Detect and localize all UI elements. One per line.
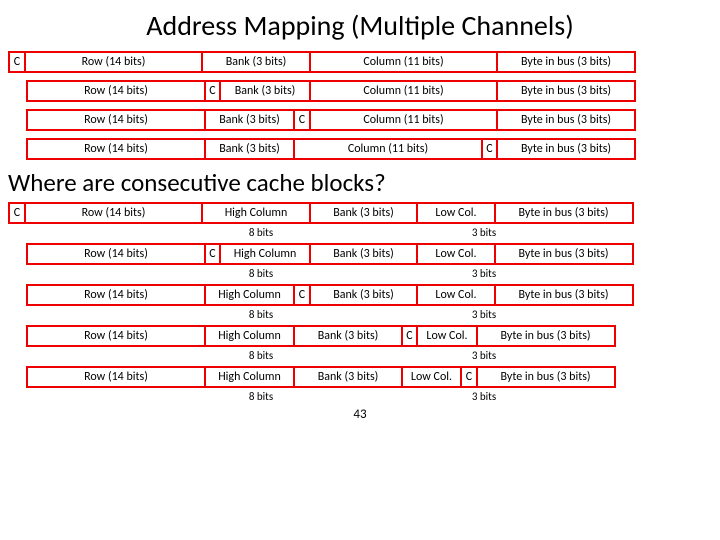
- row-cell: Row (14 bits): [26, 80, 206, 102]
- mapping-row: Row (14 bits) Bank (3 bits) C Column (11…: [8, 109, 712, 131]
- column-cell: Column (11 bits): [309, 51, 499, 73]
- mapping-row: Row (14 bits) High Column Bank (3 bits) …: [8, 325, 712, 347]
- bank-cell: Bank (3 bits): [309, 202, 419, 224]
- bank-cell: Bank (3 bits): [293, 366, 403, 388]
- high-column-cell: High Column: [204, 366, 296, 388]
- low-column-cell: Low Col.: [416, 325, 478, 347]
- low-column-cell: Low Col.: [401, 366, 463, 388]
- column-cell: Column (11 bits): [309, 80, 499, 102]
- row-cell: Row (14 bits): [24, 51, 204, 73]
- bit-annotation: 8 bits 3 bits: [8, 226, 712, 240]
- byte-cell: Byte in bus (3 bits): [496, 109, 636, 131]
- byte-cell: Byte in bus (3 bits): [476, 325, 616, 347]
- byte-cell: Byte in bus (3 bits): [494, 284, 634, 306]
- bits-8-label: 8 bits: [206, 267, 316, 281]
- byte-cell: Byte in bus (3 bits): [476, 366, 616, 388]
- high-column-cell: High Column: [219, 243, 311, 265]
- row-cell: Row (14 bits): [26, 109, 206, 131]
- bits-8-label: 8 bits: [206, 308, 316, 322]
- row-cell: Row (14 bits): [26, 284, 206, 306]
- low-column-cell: Low Col.: [416, 284, 496, 306]
- bank-cell: Bank (3 bits): [293, 325, 403, 347]
- byte-cell: Byte in bus (3 bits): [496, 51, 636, 73]
- column-cell: Column (11 bits): [309, 109, 499, 131]
- bit-annotation: 8 bits 3 bits: [8, 308, 712, 322]
- byte-cell: Byte in bus (3 bits): [494, 202, 634, 224]
- bank-cell: Bank (3 bits): [219, 80, 311, 102]
- row-cell: Row (14 bits): [24, 202, 204, 224]
- bit-annotation: 8 bits 3 bits: [8, 390, 712, 404]
- byte-cell: Byte in bus (3 bits): [496, 80, 636, 102]
- high-column-cell: High Column: [201, 202, 311, 224]
- bits-3-label: 3 bits: [444, 226, 524, 240]
- bit-annotation: 8 bits 3 bits: [8, 349, 712, 363]
- byte-cell: Byte in bus (3 bits): [496, 138, 636, 160]
- mapping-row: Row (14 bits) High Column C Bank (3 bits…: [8, 284, 712, 306]
- bits-3-label: 3 bits: [444, 349, 524, 363]
- mapping-row: Row (14 bits) Bank (3 bits) Column (11 b…: [8, 138, 712, 160]
- byte-cell: Byte in bus (3 bits): [494, 243, 634, 265]
- high-column-cell: High Column: [204, 284, 296, 306]
- row-cell: Row (14 bits): [26, 243, 206, 265]
- section-subtitle: Where are consecutive cache blocks?: [8, 167, 712, 198]
- mapping-row: C Row (14 bits) High Column Bank (3 bits…: [8, 202, 712, 224]
- bits-3-label: 3 bits: [444, 308, 524, 322]
- bank-cell: Bank (3 bits): [309, 284, 419, 306]
- bits-8-label: 8 bits: [206, 349, 316, 363]
- page-title: Address Mapping (Multiple Channels): [8, 8, 712, 43]
- mapping-row: Row (14 bits) C High Column Bank (3 bits…: [8, 243, 712, 265]
- row-cell: Row (14 bits): [26, 138, 206, 160]
- low-column-cell: Low Col.: [416, 243, 496, 265]
- bit-annotation: 8 bits 3 bits: [8, 267, 712, 281]
- row-cell: Row (14 bits): [26, 366, 206, 388]
- high-column-cell: High Column: [204, 325, 296, 347]
- mapping-row: Row (14 bits) High Column Bank (3 bits) …: [8, 366, 712, 388]
- column-cell: Column (11 bits): [293, 138, 483, 160]
- bits-8-label: 8 bits: [206, 226, 316, 240]
- row-cell: Row (14 bits): [26, 325, 206, 347]
- bank-cell: Bank (3 bits): [309, 243, 419, 265]
- mapping-row: Row (14 bits) C Bank (3 bits) Column (11…: [8, 80, 712, 102]
- page-number: 43: [8, 407, 712, 422]
- bank-cell: Bank (3 bits): [204, 109, 296, 131]
- bank-cell: Bank (3 bits): [204, 138, 296, 160]
- bits-3-label: 3 bits: [444, 267, 524, 281]
- bits-8-label: 8 bits: [206, 390, 316, 404]
- bank-cell: Bank (3 bits): [201, 51, 311, 73]
- mapping-row: C Row (14 bits) Bank (3 bits) Column (11…: [8, 51, 712, 73]
- bits-3-label: 3 bits: [444, 390, 524, 404]
- low-column-cell: Low Col.: [416, 202, 496, 224]
